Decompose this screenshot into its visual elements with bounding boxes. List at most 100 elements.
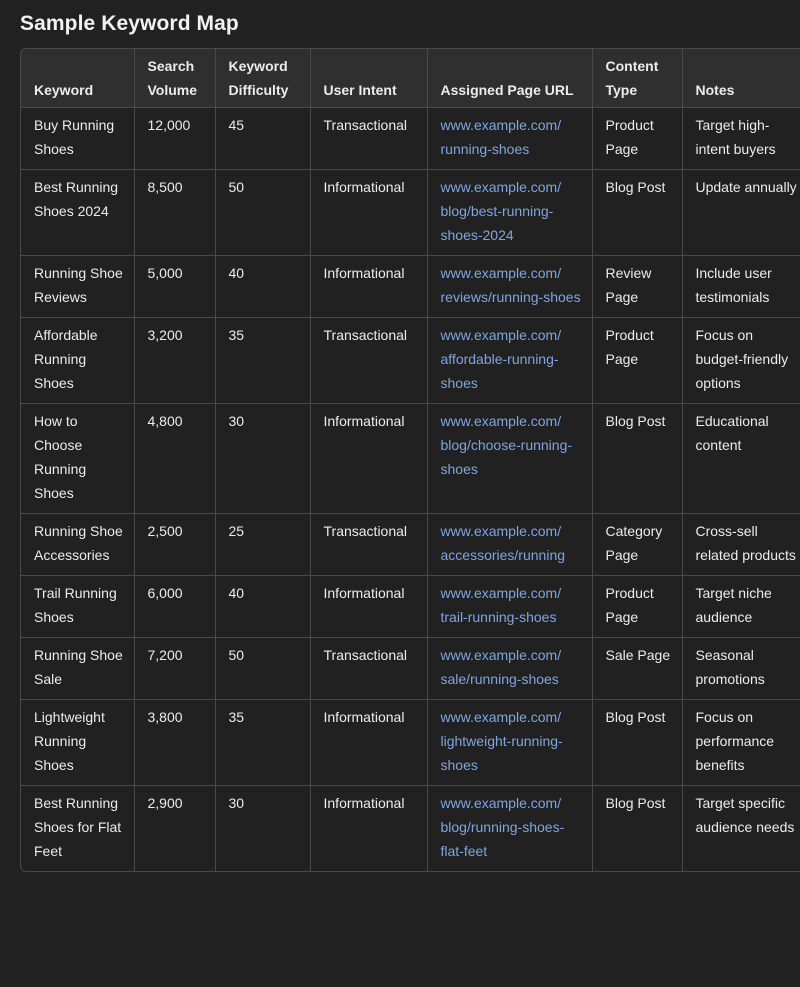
cell-user-intent: Informational: [310, 785, 428, 871]
page-url-link[interactable]: www.example.com/ sale/running-shoes: [441, 647, 562, 687]
cell-keyword: Trail Running Shoes: [21, 575, 135, 638]
table-row: Affordable Running Shoes 3,200 35 Transacti…: [21, 317, 800, 404]
cell-assigned-page-url: www.example.com/ sale/running-shoes: [427, 637, 593, 700]
table-row: Lightweight Running Shoes 3,800 35 Informat…: [21, 699, 800, 786]
cell-keyword: Running Shoe Sale: [21, 637, 135, 700]
cell-notes: Target high-intent buyers: [682, 107, 800, 170]
cell-user-intent: Transactional: [310, 513, 428, 576]
cell-content-type: Product Page: [592, 107, 683, 170]
cell-assigned-page-url: www.example.com/ blog/running-shoes-flat…: [427, 785, 593, 871]
table-row: Best Running Shoes for Flat Feet 2,900 30 I…: [21, 785, 800, 871]
header-notes: Notes: [682, 49, 800, 108]
header-content-type: Content Type: [592, 49, 683, 108]
cell-notes: Target specific audience needs: [682, 785, 800, 871]
table-body: Buy Running Shoes 12,000 45 Transactional ww…: [21, 107, 800, 871]
page-url-link[interactable]: www.example.com/ accessories/running: [441, 523, 566, 563]
header-user-intent: User Intent: [310, 49, 428, 108]
table-row: Running Shoe Sale 7,200 50 Transactional www…: [21, 637, 800, 700]
cell-keyword-difficulty: 40: [215, 255, 311, 318]
page-url-link[interactable]: www.example.com/ blog/running-shoes-flat…: [441, 795, 565, 859]
cell-content-type: Product Page: [592, 317, 683, 404]
cell-keyword: Best Running Shoes 2024: [21, 169, 135, 256]
page-url-link[interactable]: www.example.com/ blog/best-running-shoes…: [441, 179, 562, 243]
cell-search-volume: 2,500: [134, 513, 216, 576]
cell-notes: Target niche audience: [682, 575, 800, 638]
cell-keyword: How to Choose Running Shoes: [21, 403, 135, 514]
cell-notes: Focus on budget-friendly options: [682, 317, 800, 404]
cell-search-volume: 8,500: [134, 169, 216, 256]
cell-keyword: Affordable Running Shoes: [21, 317, 135, 404]
cell-user-intent: Informational: [310, 169, 428, 256]
page-url-link[interactable]: www.example.com/ blog/choose-running-sho…: [441, 413, 573, 477]
page-url-link[interactable]: www.example.com/ lightweight-running-sho…: [441, 709, 563, 773]
cell-keyword: Buy Running Shoes: [21, 107, 135, 170]
cell-content-type: Blog Post: [592, 785, 683, 871]
cell-user-intent: Informational: [310, 575, 428, 638]
table-row: Buy Running Shoes 12,000 45 Transactional ww…: [21, 107, 800, 170]
cell-notes: Update annually: [682, 169, 800, 256]
cell-search-volume: 12,000: [134, 107, 216, 170]
cell-search-volume: 5,000: [134, 255, 216, 318]
cell-content-type: Blog Post: [592, 699, 683, 786]
cell-assigned-page-url: www.example.com/ running-shoes: [427, 107, 593, 170]
cell-keyword: Running Shoe Reviews: [21, 255, 135, 318]
cell-user-intent: Transactional: [310, 107, 428, 170]
cell-content-type: Category Page: [592, 513, 683, 576]
cell-keyword: Best Running Shoes for Flat Feet: [21, 785, 135, 871]
cell-notes: Include user testimonials: [682, 255, 800, 318]
cell-assigned-page-url: www.example.com/ lightweight-running-sho…: [427, 699, 593, 786]
cell-assigned-page-url: www.example.com/ accessories/running: [427, 513, 593, 576]
cell-user-intent: Informational: [310, 403, 428, 514]
cell-content-type: Sale Page: [592, 637, 683, 700]
cell-keyword-difficulty: 30: [215, 403, 311, 514]
page-url-link[interactable]: www.example.com/ running-shoes: [441, 117, 562, 157]
header-search-volume: Search Volume: [134, 49, 216, 108]
cell-keyword-difficulty: 35: [215, 317, 311, 404]
cell-content-type: Review Page: [592, 255, 683, 318]
cell-keyword-difficulty: 50: [215, 169, 311, 256]
cell-user-intent: Informational: [310, 255, 428, 318]
keyword-map-table-container: Keyword Search Volume Keyword Difficulty…: [20, 48, 800, 872]
table-row: Trail Running Shoes 6,000 40 Informational w…: [21, 575, 800, 638]
cell-keyword: Running Shoe Accessories: [21, 513, 135, 576]
header-keyword-difficulty: Keyword Difficulty: [215, 49, 311, 108]
table-row: Best Running Shoes 2024 8,500 50 Informatio…: [21, 169, 800, 256]
cell-assigned-page-url: www.example.com/ blog/choose-running-sho…: [427, 403, 593, 514]
keyword-map-table: Keyword Search Volume Keyword Difficulty…: [21, 49, 800, 871]
cell-keyword-difficulty: 35: [215, 699, 311, 786]
page-url-link[interactable]: www.example.com/ reviews/running-shoes: [441, 265, 581, 305]
cell-user-intent: Transactional: [310, 317, 428, 404]
cell-notes: Educational content: [682, 403, 800, 514]
page-title: Sample Keyword Map: [20, 12, 239, 35]
cell-user-intent: Transactional: [310, 637, 428, 700]
cell-keyword-difficulty: 30: [215, 785, 311, 871]
cell-content-type: Blog Post: [592, 169, 683, 256]
table-row: How to Choose Running Shoes 4,800 30 Inform…: [21, 403, 800, 514]
cell-search-volume: 4,800: [134, 403, 216, 514]
table-header-row: Keyword Search Volume Keyword Difficulty…: [21, 49, 800, 108]
cell-content-type: Blog Post: [592, 403, 683, 514]
cell-notes: Seasonal promotions: [682, 637, 800, 700]
cell-keyword-difficulty: 40: [215, 575, 311, 638]
cell-keyword-difficulty: 50: [215, 637, 311, 700]
page-url-link[interactable]: www.example.com/ trail-running-shoes: [441, 585, 562, 625]
cell-search-volume: 6,000: [134, 575, 216, 638]
table-row: Running Shoe Accessories 2,500 25 Transacti…: [21, 513, 800, 576]
page-url-link[interactable]: www.example.com/ affordable-running-shoe…: [441, 327, 562, 391]
cell-assigned-page-url: www.example.com/ trail-running-shoes: [427, 575, 593, 638]
cell-content-type: Product Page: [592, 575, 683, 638]
cell-user-intent: Informational: [310, 699, 428, 786]
cell-keyword-difficulty: 25: [215, 513, 311, 576]
cell-keyword: Lightweight Running Shoes: [21, 699, 135, 786]
cell-assigned-page-url: www.example.com/ reviews/running-shoes: [427, 255, 593, 318]
header-assigned-page-url: Assigned Page URL: [427, 49, 593, 108]
cell-search-volume: 7,200: [134, 637, 216, 700]
cell-assigned-page-url: www.example.com/ blog/best-running-shoes…: [427, 169, 593, 256]
cell-assigned-page-url: www.example.com/ affordable-running-shoe…: [427, 317, 593, 404]
cell-notes: Cross-sell related products: [682, 513, 800, 576]
cell-search-volume: 2,900: [134, 785, 216, 871]
cell-search-volume: 3,800: [134, 699, 216, 786]
cell-keyword-difficulty: 45: [215, 107, 311, 170]
cell-search-volume: 3,200: [134, 317, 216, 404]
table-row: Running Shoe Reviews 5,000 40 Informational…: [21, 255, 800, 318]
